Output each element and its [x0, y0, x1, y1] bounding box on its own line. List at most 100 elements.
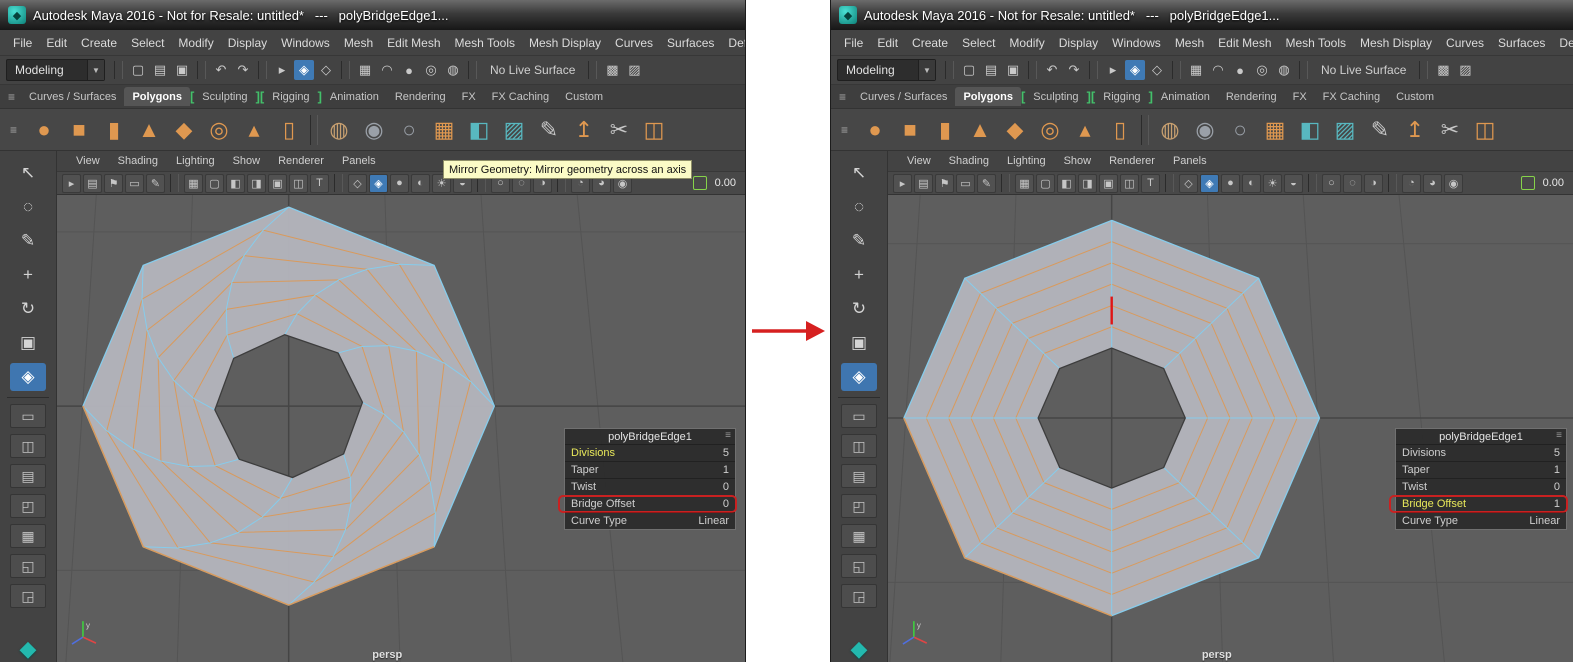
single-pane-layout-icon[interactable]: ▭ — [10, 404, 46, 428]
sculpt-tool-icon[interactable]: ◧ — [1296, 118, 1324, 141]
shelf-tab-animation[interactable]: Animation — [1153, 87, 1218, 106]
shelf-tab-rigging[interactable]: Rigging — [264, 87, 317, 106]
render-current-frame-icon[interactable]: ▩ — [1433, 60, 1453, 80]
safe-action-icon[interactable]: ◫ — [1120, 173, 1139, 193]
poly-cylinder-icon[interactable]: ▮ — [931, 118, 959, 141]
single-pane-layout-icon[interactable]: ▭ — [841, 404, 877, 428]
selection-highlight-icon[interactable] — [1520, 176, 1535, 190]
hud-title-row[interactable]: polyBridgeEdge1 ≡ — [565, 429, 735, 444]
open-scene-icon[interactable]: ▤ — [150, 60, 170, 80]
titlebar[interactable]: ◆ Autodesk Maya 2016 - Not for Resale: u… — [0, 0, 745, 30]
shelf-tab-rigging[interactable]: Rigging — [1095, 87, 1148, 106]
menu-file[interactable]: File — [6, 36, 39, 50]
multisample-icon[interactable]: ◑ — [1364, 173, 1383, 193]
selection-highlight-icon[interactable] — [692, 176, 707, 190]
make-live-icon[interactable]: ◍ — [1274, 60, 1294, 80]
gate-mask-icon[interactable]: ◨ — [1078, 173, 1097, 193]
move-tool-icon[interactable]: + — [10, 261, 46, 289]
field-chart-icon[interactable]: ▣ — [1099, 173, 1118, 193]
shelf-tab-custom[interactable]: Custom — [557, 87, 611, 106]
lasso-tool-icon[interactable]: ◌ — [10, 193, 46, 221]
snap-to-projected-center-icon[interactable]: ◎ — [421, 60, 441, 80]
menu-edit[interactable]: Edit — [39, 36, 74, 50]
mirror-geometry-icon[interactable]: ◫ — [640, 118, 668, 141]
shadows-icon[interactable]: ◒ — [1284, 173, 1303, 193]
image-plane-icon[interactable]: ▭ — [125, 173, 144, 193]
quad-draw-icon[interactable]: ▨ — [500, 118, 528, 141]
poly-plane-icon[interactable]: ▦ — [430, 118, 458, 141]
poly-sphere-icon[interactable]: ● — [861, 118, 889, 141]
two-pane-stacked-layout-icon[interactable]: ▤ — [841, 464, 877, 488]
menu-edit-mesh[interactable]: Edit Mesh — [1211, 36, 1278, 50]
occlusion-icon[interactable]: ○ — [1322, 173, 1341, 193]
rotate-tool-icon[interactable]: ↻ — [841, 295, 877, 323]
scale-tool-icon[interactable]: ▣ — [841, 329, 877, 357]
hypershade-persp-layout-icon[interactable]: ◲ — [10, 584, 46, 608]
poly-prism-icon[interactable]: ▴ — [240, 118, 268, 141]
menu-mesh-display[interactable]: Mesh Display — [522, 36, 608, 50]
safe-action-icon[interactable]: ◫ — [289, 173, 308, 193]
menu-select[interactable]: Select — [955, 36, 1002, 50]
select-object-icon[interactable]: ◈ — [1125, 60, 1145, 80]
undo-icon[interactable]: ↶ — [1042, 60, 1062, 80]
select-camera-icon[interactable]: ▸ — [893, 173, 912, 193]
shelf-tab-fx-caching[interactable]: FX Caching — [484, 87, 557, 106]
isolate-select-icon[interactable]: ◔ — [1402, 173, 1421, 193]
shelf-tab-curves-surfaces[interactable]: Curves / Surfaces — [852, 87, 955, 106]
two-pane-stacked-layout-icon[interactable]: ▤ — [10, 464, 46, 488]
wireframe-mode-icon[interactable]: ◇ — [348, 173, 367, 193]
multi-cut-icon[interactable]: ✂ — [1436, 118, 1464, 141]
three-pane-layout-icon[interactable]: ◰ — [841, 494, 877, 518]
panel-menu-show[interactable]: Show — [224, 155, 270, 167]
select-object-icon[interactable]: ◈ — [294, 60, 314, 80]
save-scene-icon[interactable]: ▣ — [1003, 60, 1023, 80]
grid-display-icon[interactable]: ▦ — [1015, 173, 1034, 193]
hud-row-curve-type[interactable]: Curve Type Linear — [565, 512, 735, 529]
poly-torus-icon[interactable]: ◎ — [1036, 118, 1064, 141]
panel-menu-lighting[interactable]: Lighting — [167, 155, 224, 167]
panel-menu-renderer[interactable]: Renderer — [1100, 155, 1164, 167]
universal-manipulator-icon[interactable]: ◈ — [841, 363, 877, 391]
poly-plane-icon[interactable]: ▦ — [1261, 118, 1289, 141]
poly-soccer-ball-icon[interactable]: ○ — [395, 118, 423, 141]
hud-row-divisions[interactable]: Divisions 5 — [1396, 444, 1566, 461]
hypershade-persp-layout-icon[interactable]: ◲ — [841, 584, 877, 608]
poly-gear-icon[interactable]: ◉ — [1191, 118, 1219, 141]
shelf-tab-curves-surfaces[interactable]: Curves / Surfaces — [21, 87, 124, 106]
x-ray-icon[interactable]: ◕ — [1423, 173, 1442, 193]
poly-prism-icon[interactable]: ▴ — [1071, 118, 1099, 141]
menu-create[interactable]: Create — [74, 36, 124, 50]
shaded-mode-icon[interactable]: ◈ — [1200, 173, 1219, 193]
poly-platonic-icon[interactable]: ◆ — [170, 118, 198, 141]
menu-mesh[interactable]: Mesh — [337, 36, 380, 50]
use-default-material-icon[interactable]: ◐ — [411, 173, 430, 193]
quad-draw-icon[interactable]: ▨ — [1331, 118, 1359, 141]
outliner-persp-layout-icon[interactable]: ◱ — [10, 554, 46, 578]
shelf-tab-animation[interactable]: Animation — [322, 87, 387, 106]
menu-create[interactable]: Create — [905, 36, 955, 50]
snap-to-projected-center-icon[interactable]: ◎ — [1252, 60, 1272, 80]
shelf-editor-icon[interactable]: ≡ — [841, 123, 848, 137]
shelf-tab-rendering[interactable]: Rendering — [1218, 87, 1285, 106]
panel-menu-view[interactable]: View — [898, 155, 940, 167]
hud-row-twist[interactable]: Twist 0 — [565, 478, 735, 495]
redo-icon[interactable]: ↷ — [233, 60, 253, 80]
snap-to-grid-icon[interactable]: ▦ — [355, 60, 375, 80]
mirror-geometry-icon[interactable]: ◫ — [1471, 118, 1499, 141]
motion-blur-icon[interactable]: ◌ — [1343, 173, 1362, 193]
shelf-tab-fx[interactable]: FX — [454, 87, 484, 106]
open-scene-icon[interactable]: ▤ — [981, 60, 1001, 80]
shelf-tab-fx-caching[interactable]: FX Caching — [1315, 87, 1388, 106]
render-current-frame-icon[interactable]: ▩ — [602, 60, 622, 80]
two-pane-side-layout-icon[interactable]: ◫ — [841, 434, 877, 458]
menu-windows[interactable]: Windows — [1105, 36, 1168, 50]
new-scene-icon[interactable]: ▢ — [959, 60, 979, 80]
panel-menu-view[interactable]: View — [67, 155, 109, 167]
shelf-menu-icon[interactable]: ≡ — [8, 90, 15, 104]
menu-defor[interactable]: Defor — [1552, 36, 1573, 50]
menu-curves[interactable]: Curves — [608, 36, 660, 50]
select-hierarchy-icon[interactable]: ▸ — [1103, 60, 1123, 80]
select-component-icon[interactable]: ◇ — [1147, 60, 1167, 80]
textured-mode-icon[interactable]: ● — [390, 173, 409, 193]
poly-helix-icon[interactable]: ◍ — [1156, 118, 1184, 141]
